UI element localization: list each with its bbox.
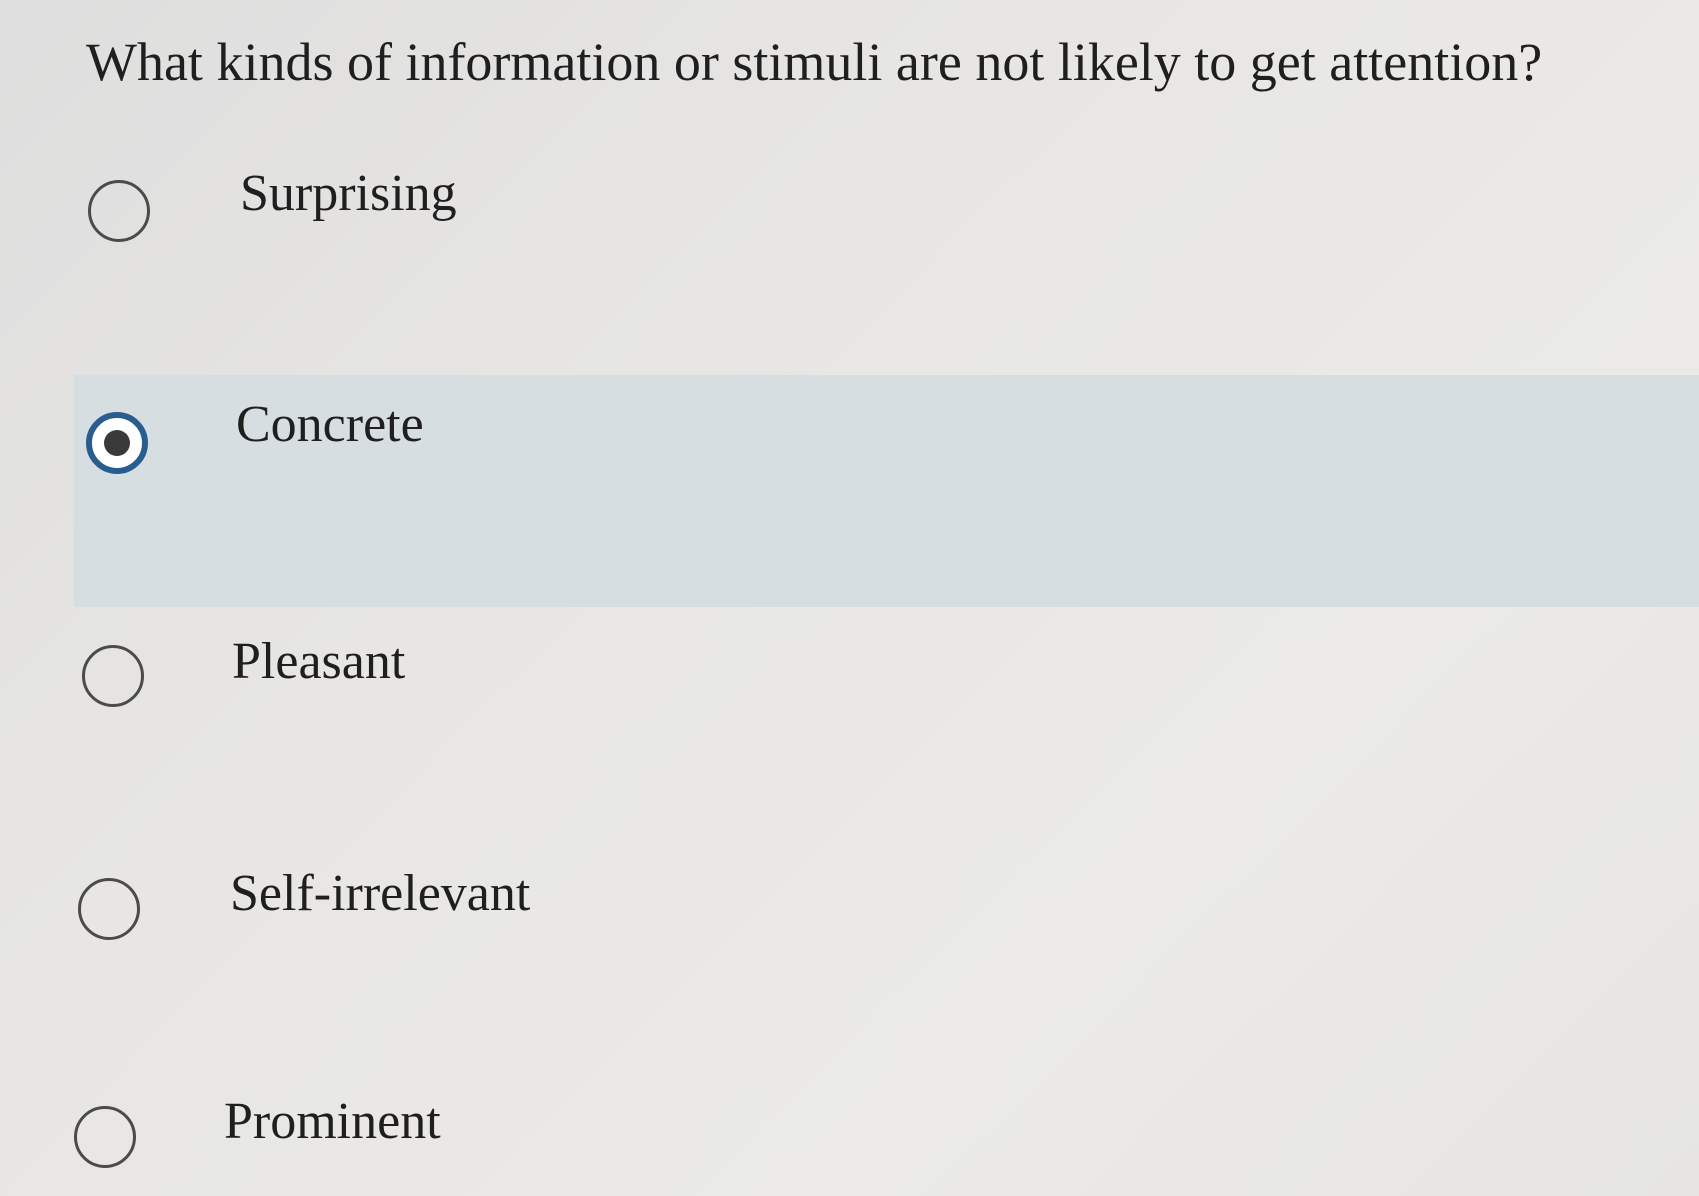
radio-dot-icon bbox=[104, 430, 130, 456]
radio-button-self-irrelevant[interactable] bbox=[78, 878, 140, 940]
option-label-pleasant: Pleasant bbox=[232, 633, 406, 690]
option-label-concrete: Concrete bbox=[236, 396, 424, 453]
option-prominent[interactable]: Prominent bbox=[0, 1090, 1699, 1196]
radio-button-prominent[interactable] bbox=[74, 1106, 136, 1168]
question-text: What kinds of information or stimuli are… bbox=[86, 32, 1543, 92]
radio-button-concrete[interactable] bbox=[86, 412, 148, 474]
option-pleasant[interactable]: Pleasant bbox=[0, 630, 1699, 830]
option-surprising[interactable]: Surprising bbox=[0, 150, 1699, 360]
option-label-surprising: Surprising bbox=[240, 165, 457, 222]
option-label-prominent: Prominent bbox=[224, 1093, 441, 1150]
option-label-self-irrelevant: Self-irrelevant bbox=[230, 865, 531, 922]
radio-button-pleasant[interactable] bbox=[82, 645, 144, 707]
option-concrete[interactable]: Concrete bbox=[74, 375, 1699, 607]
option-self-irrelevant[interactable]: Self-irrelevant bbox=[0, 862, 1699, 1062]
radio-button-surprising[interactable] bbox=[88, 180, 150, 242]
